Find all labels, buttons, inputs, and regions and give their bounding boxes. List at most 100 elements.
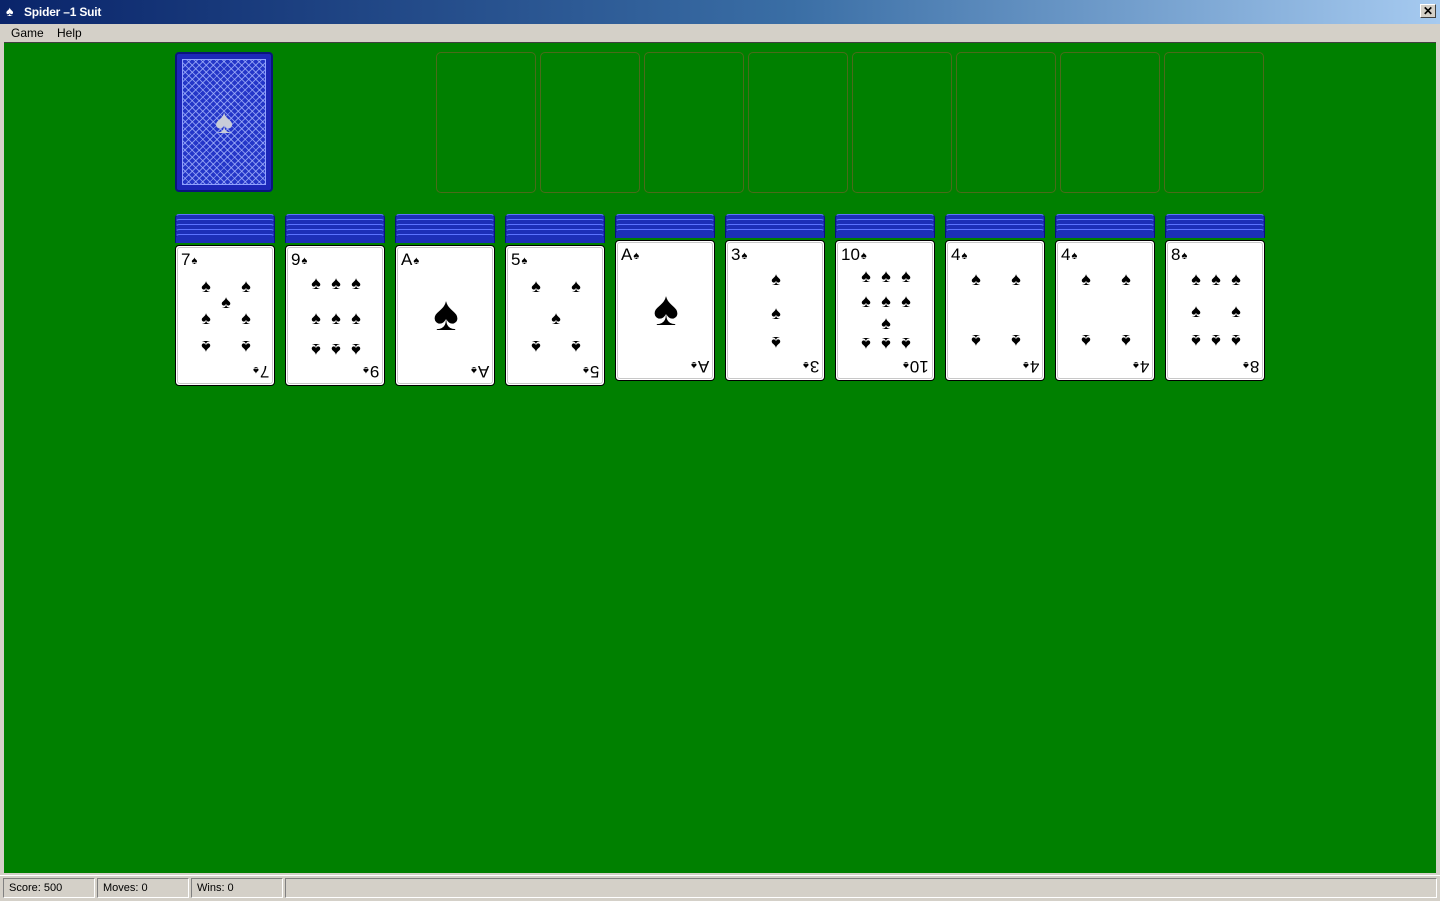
card-rank: A <box>697 357 709 376</box>
face-up-card[interactable]: 5♠ 5♠ ♠ ♠ ♠ ♠ ♠ <box>505 245 605 386</box>
spade-icon: ♠ <box>311 308 321 328</box>
card-rank: 7 <box>259 362 269 381</box>
status-bar: Score: 500 Moves: 0 Wins: 0 <box>0 875 1440 901</box>
spade-icon: ♠ <box>531 337 541 357</box>
spade-icon: ♠ <box>201 276 211 296</box>
menu-bar: Game Help <box>0 24 1440 42</box>
card-rank: A <box>477 362 489 381</box>
spade-icon: ♠ <box>1121 331 1131 351</box>
spade-icon: ♠ <box>1081 331 1091 351</box>
spade-icon: ♠ <box>1231 301 1241 321</box>
wins-display: Wins: 0 <box>191 878 283 898</box>
spade-icon: ♠ <box>351 308 361 328</box>
foundation-slot <box>852 52 952 193</box>
spade-icon: ♠ <box>433 288 459 341</box>
spade-icon: ♠ <box>331 273 341 293</box>
spade-icon: ♠ <box>971 269 981 289</box>
card-corner-index: A♠ <box>470 361 489 381</box>
spade-icon: ♠ <box>201 337 211 357</box>
card-rank: 10 <box>841 245 860 264</box>
card-corner-index: 5♠ <box>583 361 599 381</box>
face-up-card[interactable]: A♠ A♠ ♠ <box>615 240 715 381</box>
card-rank: A <box>401 250 413 269</box>
moves-display: Moves: 0 <box>97 878 189 898</box>
card-corner-index: 8♠ <box>1243 356 1259 376</box>
card-rank: 5 <box>511 250 521 269</box>
spade-icon: ♠ <box>903 359 910 371</box>
status-message <box>285 878 1437 898</box>
card-corner-index: 10♠ <box>903 356 929 376</box>
card-corner-index: A♠ <box>621 246 639 265</box>
face-down-card <box>615 229 715 238</box>
card-corner-index: 4♠ <box>1061 246 1077 265</box>
spade-icon: ♠ <box>802 359 809 371</box>
card-corner-index: 10♠ <box>841 246 867 265</box>
menu-help[interactable]: Help <box>57 26 82 40</box>
spade-icon: ♠ <box>252 364 259 376</box>
spade-icon: ♠ <box>1011 269 1021 289</box>
spade-icon: ♠ <box>214 103 234 141</box>
card-rank: A <box>621 245 633 264</box>
spade-icon: ♠ <box>881 334 891 354</box>
spade-icon: ♠ <box>861 266 871 286</box>
face-up-card[interactable]: A♠ A♠ ♠ <box>395 245 495 386</box>
spade-icon: ♠ <box>331 308 341 328</box>
card-corner-index: 7♠ <box>252 361 269 381</box>
foundation-slot <box>1060 52 1160 193</box>
spade-icon: ♠ <box>771 333 781 353</box>
menu-game[interactable]: Game <box>11 26 44 40</box>
face-up-card[interactable]: 8♠ 8♠ ♠ ♠ ♠ ♠ ♠ ♠ ♠ ♠ <box>1165 240 1265 381</box>
face-up-card[interactable]: 3♠ 3♠ ♠ ♠ ♠ <box>725 240 825 381</box>
spade-icon: ♠ <box>771 303 781 323</box>
spade-icon: ♠ <box>311 273 321 293</box>
spade-icon: ♠ <box>351 273 361 293</box>
spade-icon: ♠ <box>571 337 581 357</box>
spade-icon: ♠ <box>1121 269 1131 289</box>
card-rank: 8 <box>1249 357 1259 376</box>
close-button[interactable]: ✕ <box>1420 4 1436 18</box>
foundation-slot <box>644 52 744 193</box>
spade-icon: ♠ <box>551 308 561 328</box>
face-up-card[interactable]: 9♠ 9♠ ♠ ♠ ♠ ♠ ♠ ♠ ♠ ♠ ♠ <box>285 245 385 386</box>
stock-pile[interactable]: ♠ <box>175 52 273 192</box>
spade-icon: ♠ <box>1231 269 1241 289</box>
spade-icon: ♠ <box>1022 359 1029 371</box>
spade-icon: ♠ <box>861 334 871 354</box>
card-corner-index: 9♠ <box>291 251 307 270</box>
spade-icon: ♠ <box>241 308 251 328</box>
spade-icon: ♠ <box>531 276 541 296</box>
card-corner-index: 3♠ <box>731 246 747 265</box>
spade-icon: ♠ <box>201 308 211 328</box>
spade-icon: ♠ <box>1211 331 1221 351</box>
spade-icon: ♠ <box>1191 301 1201 321</box>
spade-icon: ♠ <box>1191 269 1201 289</box>
spade-icon: ♠ <box>901 266 911 286</box>
face-down-card <box>285 234 385 243</box>
face-down-card <box>835 229 935 238</box>
card-corner-index: 8♠ <box>1171 246 1187 265</box>
card-rank: 4 <box>1029 357 1039 376</box>
spade-icon: ♠ <box>413 255 420 267</box>
spade-icon: ♠ <box>470 364 477 376</box>
face-up-card[interactable]: 4♠ 4♠ ♠ ♠ ♠ ♠ <box>945 240 1045 381</box>
spade-icon: ♠ <box>311 340 321 360</box>
spade-icon: ♠ <box>1011 331 1021 351</box>
face-down-card <box>945 229 1045 238</box>
spade-icon: ♠ <box>771 269 781 289</box>
face-up-card[interactable]: 10♠ 10♠ ♠ ♠ ♠ ♠ ♠ ♠ ♠ ♠ ♠ ♠ <box>835 240 935 381</box>
card-corner-index: 9♠ <box>363 361 379 381</box>
card-rank: 3 <box>809 357 819 376</box>
spade-icon: ♠ <box>191 255 198 267</box>
card-rank: 10 <box>910 357 929 376</box>
face-down-card <box>395 234 495 243</box>
spade-icon: ♠ <box>1231 331 1241 351</box>
spade-icon: ♠ <box>1071 250 1078 262</box>
spade-icon: ♠ <box>861 291 871 311</box>
spade-icon: ♠ <box>901 291 911 311</box>
face-down-card <box>505 234 605 243</box>
card-rank: 3 <box>731 245 741 264</box>
face-up-card[interactable]: 4♠ 4♠ ♠ ♠ ♠ ♠ <box>1055 240 1155 381</box>
foundation-slot <box>436 52 536 193</box>
face-up-card[interactable]: 7♠ 7♠ ♠ ♠ ♠ ♠ ♠ ♠ ♠ <box>175 245 275 386</box>
card-corner-index: 3♠ <box>802 356 819 376</box>
